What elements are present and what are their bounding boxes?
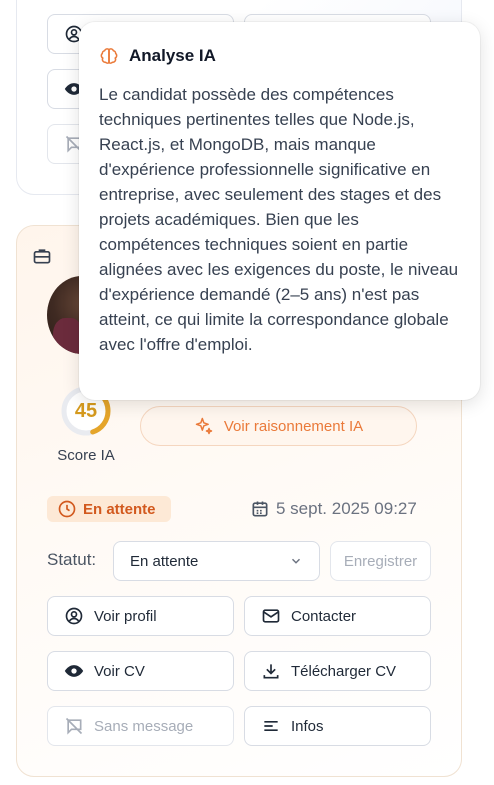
page: 45 Score IA Voir raisonnement IA En atte…	[0, 0, 494, 785]
popover-text: Le candidat possède des compétences tech…	[99, 85, 459, 354]
sparkle-icon	[195, 417, 213, 435]
briefcase-icon	[33, 249, 51, 264]
ai-analysis-popover: Analyse IA Le candidat possède des compé…	[79, 22, 480, 400]
status-badge: En attente	[47, 496, 171, 522]
info-label: Infos	[291, 717, 324, 735]
message-off-icon	[65, 717, 83, 735]
view-cv-label: Voir CV	[94, 662, 145, 680]
view-cv-button[interactable]: Voir CV	[47, 651, 234, 691]
brain-icon	[100, 48, 118, 64]
no-message-label: Sans message	[94, 717, 194, 735]
list-icon	[264, 721, 278, 731]
application-date: 5 sept. 2025 09:27	[250, 496, 417, 522]
status-select[interactable]: En attente	[113, 541, 320, 581]
info-button[interactable]: Infos	[244, 706, 431, 746]
download-cv-button[interactable]: Télécharger CV	[244, 651, 431, 691]
chevron-down-icon	[291, 558, 301, 564]
download-icon	[263, 664, 279, 679]
status-label: Statut:	[47, 550, 97, 569]
view-profile-label: Voir profil	[94, 607, 157, 625]
score-label: Score IA	[57, 447, 115, 464]
save-status-button: Enregistrer	[330, 541, 431, 581]
view-ai-reasoning-button[interactable]: Voir raisonnement IA	[140, 406, 417, 446]
contact-button[interactable]: Contacter	[244, 596, 431, 636]
status-select-value: En attente	[130, 552, 199, 570]
eye-icon	[64, 665, 84, 677]
contact-label: Contacter	[291, 607, 357, 625]
view-profile-button[interactable]: Voir profil	[47, 596, 234, 636]
calendar-icon	[252, 501, 268, 517]
no-message-button: Sans message	[47, 706, 234, 746]
clock-icon	[58, 500, 76, 518]
mail-icon	[262, 609, 280, 623]
view-ai-reasoning-label: Voir raisonnement IA	[223, 417, 364, 435]
popover-header: Analyse IA	[99, 42, 460, 70]
popover-title: Analyse IA	[129, 46, 216, 65]
application-date-text: 5 sept. 2025 09:27	[276, 499, 417, 518]
user-circle-icon	[65, 607, 83, 625]
status-badge-label: En attente	[83, 500, 156, 518]
download-cv-label: Télécharger CV	[291, 662, 397, 680]
